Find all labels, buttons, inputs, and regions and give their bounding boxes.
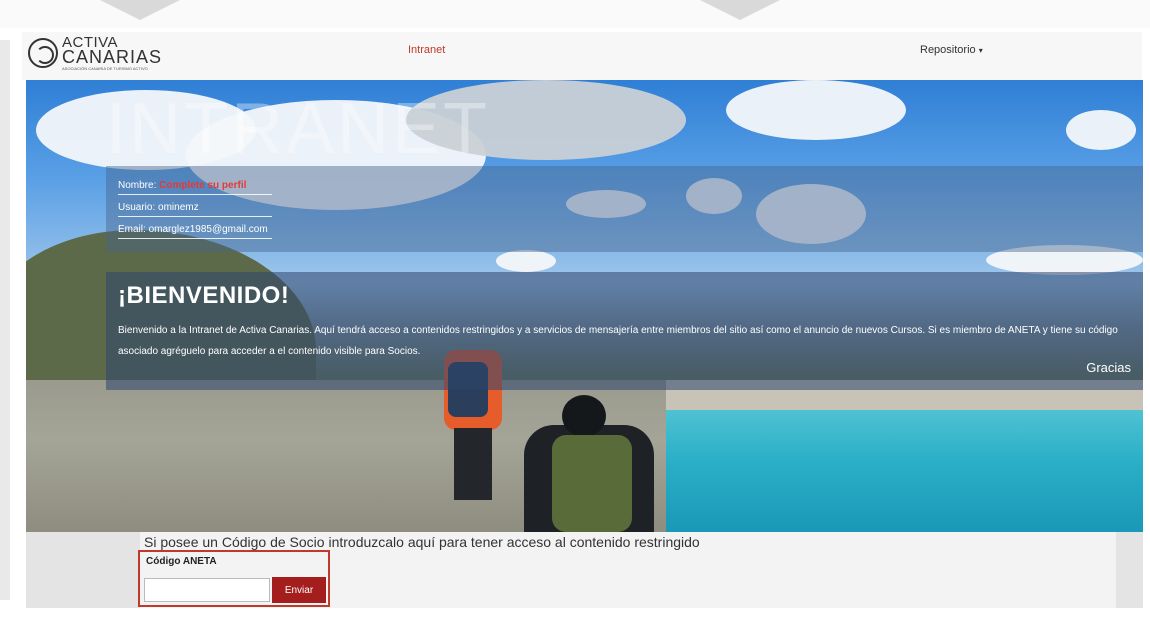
logo-emblem-icon [28, 38, 58, 68]
turquoise-sea [626, 410, 1143, 532]
profile-user-row: Usuario: ominemz [118, 202, 272, 217]
hiker-head [562, 395, 606, 437]
profile-email-value: omarglez1985@gmail.com [148, 224, 268, 235]
welcome-heading: ¡BIENVENIDO! [118, 282, 290, 309]
profile-name-row: Nombre: Complete su perfil [118, 180, 272, 195]
profile-email-row: Email: omarglez1985@gmail.com [118, 224, 272, 239]
nav-link-intranet[interactable]: Intranet [408, 44, 445, 56]
hiker-legs [454, 428, 492, 500]
profile-panel: Nombre: Complete su perfil Usuario: omin… [106, 166, 1143, 252]
profile-name-label: Nombre: [118, 180, 157, 191]
hero-banner: INTRANET Nombre: Complete su perfil Usua… [26, 80, 1143, 532]
complete-profile-link[interactable]: Complete su perfil [159, 180, 246, 191]
welcome-panel: ¡BIENVENIDO! Bienvenido a la Intranet de… [106, 272, 1143, 390]
decorative-triangle-left [100, 0, 180, 20]
hiker-sitting [524, 395, 654, 532]
caret-down-icon: ▾ [978, 46, 983, 55]
welcome-thanks: Gracias [1086, 360, 1131, 375]
aneta-code-form: Código ANETA Enviar [138, 550, 330, 607]
profile-user-label: Usuario: [118, 202, 156, 213]
navbar: ACTIVA CANARIAS ASOCIACIÓN CANARIA DE TU… [22, 32, 1142, 80]
decorative-triangle-right [700, 0, 780, 20]
cloud [1066, 110, 1136, 150]
nav-repositorio-label: Repositorio [920, 44, 976, 56]
logo-tagline: ASOCIACIÓN CANARIA DE TURISMO ACTIVO [62, 66, 148, 71]
aneta-code-label: Código ANETA [146, 556, 217, 567]
profile-user-value: ominemz [158, 202, 199, 213]
hiker-backpack [552, 435, 632, 532]
cloud [726, 80, 906, 140]
decorative-left-strip [0, 40, 10, 600]
cloud [496, 250, 556, 272]
aneta-code-input[interactable] [144, 578, 270, 602]
welcome-text: Bienvenido a la Intranet de Activa Canar… [118, 325, 1118, 357]
page-bottom-border [0, 608, 1150, 619]
member-code-intro: Si posee un Código de Socio introduzcalo… [144, 534, 700, 550]
profile-email-label: Email: [118, 224, 146, 235]
page-title: INTRANET [106, 89, 490, 169]
activa-canarias-logo[interactable]: ACTIVA CANARIAS ASOCIACIÓN CANARIA DE TU… [26, 34, 186, 76]
logo-text-canarias: CANARIAS [62, 47, 163, 67]
nav-dropdown-repositorio[interactable]: Repositorio ▾ [920, 44, 983, 56]
submit-code-button[interactable]: Enviar [272, 577, 326, 603]
